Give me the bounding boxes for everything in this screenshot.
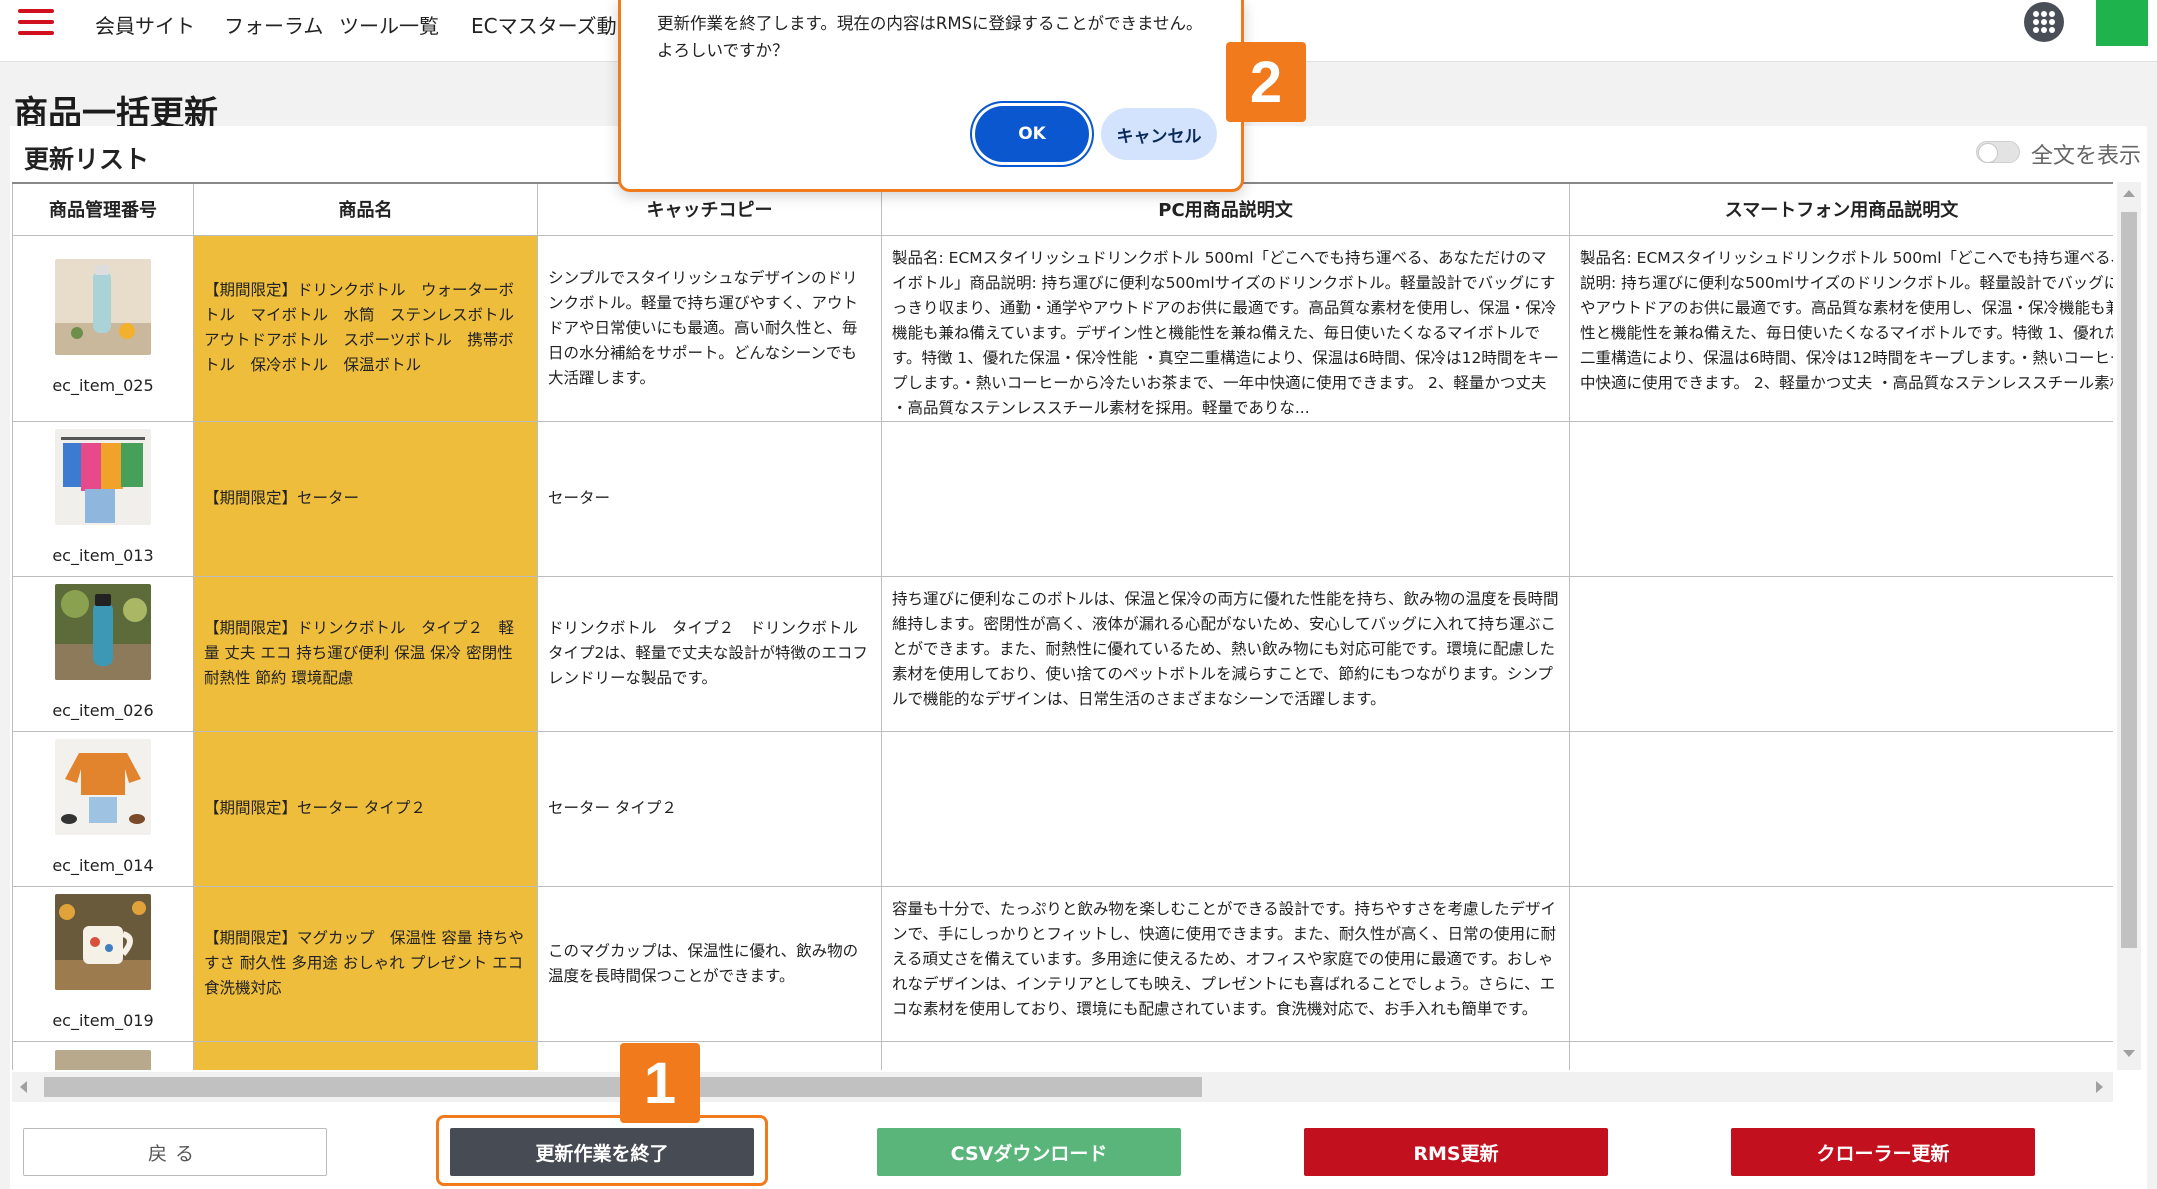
vertical-scrollbar[interactable] [2117,182,2141,1070]
nav-link-member-site[interactable]: 会員サイト [95,10,195,39]
column-header-sp-desc[interactable]: スマートフォン用商品説明文 [1569,182,2113,236]
id-cell: ec_item_019 [12,885,194,1042]
sp-desc-line: 二重構造により、保温は6時間、保冷は12時間をキープします。・熱いコーヒーから冷 [1580,348,2113,367]
list-title: 更新リスト [24,145,150,174]
horizontal-scrollbar[interactable] [12,1072,2113,1102]
hamburger-menu-icon[interactable] [18,7,54,37]
sp-desc-cell[interactable] [1569,420,2113,577]
sp-desc-line: 説明: 持ち運びに便利な500mlサイズのドリンクボトル。軽量設計でバッグにすっ… [1580,273,2113,292]
sp-desc-line: やアウトドアのお供に最適です。高品質な素材を使用し、保温・保冷機能も兼ね備 [1580,298,2113,317]
product-id: ec_item_013 [52,546,154,565]
product-thumbnail [55,429,151,525]
product-name-cell[interactable]: 【期間限定】ドリンクボトル タイプ２ 軽量 丈夫 エコ 持ち運び便利 保温 保冷… [193,575,538,732]
dialog-message: 更新作業を終了します。現在の内容はRMSに登録することができません。 よろしいで… [657,10,1203,64]
id-cell: ec_item_013 [12,420,194,577]
product-id: ec_item_019 [52,1011,154,1030]
nav-link-videos[interactable]: ECマスターズ動画 [471,10,637,39]
scroll-up-icon[interactable] [2123,190,2135,197]
pc-desc-cell[interactable]: 製品名: ECMスタイリッシュドリンクボトル 500ml「どこへでも持ち運べる、… [881,234,1570,422]
crawler-update-button[interactable]: クローラー更新 [1731,1128,2035,1176]
catch-copy-cell[interactable]: このマグカップは、保温性に優れ、飲み物の温度を長時間保つことができます。 [537,885,882,1042]
pc-desc-cell[interactable]: 容量も十分で、たっぷりと飲み物を楽しむことができる設計です。持ちやすさを考慮した… [881,885,1570,1042]
sp-desc-cell[interactable] [1569,885,2113,1042]
confirm-dialog: 更新作業を終了します。現在の内容はRMSに登録することができません。 よろしいで… [618,0,1244,192]
nav-link-forum[interactable]: フォーラム [224,10,323,39]
apps-grid-icon[interactable] [2024,2,2064,42]
table-row[interactable]: ec_item_026 【期間限定】ドリンクボトル タイプ２ 軽量 丈夫 エコ … [12,575,2113,732]
show-full-text-toggle[interactable] [1976,141,2020,163]
product-name-cell[interactable] [193,1040,538,1070]
catch-copy-cell[interactable]: セーター タイプ２ [537,730,882,887]
dialog-message-line-1: 更新作業を終了します。現在の内容はRMSに登録することができません。 [657,14,1203,33]
product-thumbnail [55,1049,151,1070]
sp-desc-cell[interactable] [1569,730,2113,887]
back-button[interactable]: 戻る [23,1128,327,1176]
scroll-down-icon[interactable] [2123,1050,2135,1057]
catch-copy-cell[interactable] [537,1040,882,1070]
vertical-scroll-thumb[interactable] [2121,212,2137,948]
sp-desc-cell[interactable]: 製品名: ECMスタイリッシュドリンクボトル 500ml「どこへでも持ち運べる、… [1569,234,2113,422]
pc-desc-cell[interactable] [881,420,1570,577]
account-button[interactable] [2096,0,2148,46]
column-header-name[interactable]: 商品名 [193,182,538,236]
id-cell: ec_item_025 [12,234,194,422]
sp-desc-cell[interactable] [1569,1040,2113,1070]
product-id: ec_item_025 [52,375,154,395]
id-cell: ec_item_014 [12,730,194,887]
product-thumbnail [55,894,151,990]
highlight-finish-button [436,1115,768,1186]
step-badge-1: 1 [620,1043,700,1123]
show-full-text-label: 全文を表示 [2031,144,2142,169]
table-row[interactable]: ec_item_025 【期間限定】ドリンクボトル ウォーターボトル マイボトル… [12,234,2113,422]
table-row[interactable] [12,1040,2113,1070]
catch-copy-cell[interactable]: シンプルでスタイリッシュなデザインのドリンクボトル。軽量で持ち運びやすく、アウト… [537,234,882,422]
column-header-id[interactable]: 商品管理番号 [12,182,194,236]
step-badge-2: 2 [1226,42,1306,122]
nav-link-tools[interactable]: ツール一覧 [339,10,439,39]
update-table: 商品管理番号 商品名 キャッチコピー PC用商品説明文 スマートフォン用商品説明… [12,182,2113,1070]
product-name-cell[interactable]: 【期間限定】セーター タイプ２ [193,730,538,887]
pc-desc-cell[interactable]: 持ち運びに便利なこのボトルは、保温と保冷の両方に優れた性能を持ち、飲み物の温度を… [881,575,1570,732]
product-thumbnail [55,258,151,355]
sp-desc-line: 中快適に使用できます。 2、軽量かつ丈夫 ・高品質なステンレススチール素材を採 [1580,373,2113,392]
scroll-right-icon[interactable] [2096,1081,2103,1093]
scroll-left-icon[interactable] [20,1081,27,1093]
product-name-cell[interactable]: 【期間限定】セーター [193,420,538,577]
sp-desc-line: 性と機能性を兼ね備えた、毎日使いたくなるマイボトルです。特徴 1、優れた保温 [1580,323,2113,342]
table-row[interactable]: ec_item_013 【期間限定】セーター セーター [12,420,2113,577]
dialog-ok-button[interactable]: OK [975,106,1089,162]
dialog-message-line-2: よろしいですか？ [657,41,789,60]
table-row[interactable]: ec_item_019 【期間限定】マグカップ 保温性 容量 持ちやすさ 耐久性… [12,885,2113,1042]
product-name-cell[interactable]: 【期間限定】ドリンクボトル ウォーターボトル マイボトル 水筒 ステンレスボトル… [193,234,538,422]
catch-copy-cell[interactable]: ドリンクボトル タイプ２ ドリンクボトル タイプ2は、軽量で丈夫な設計が特徴のエ… [537,575,882,732]
catch-copy-cell[interactable]: セーター [537,420,882,577]
sp-desc-cell[interactable] [1569,575,2113,732]
product-thumbnail [55,584,151,680]
id-cell [12,1040,194,1070]
pc-desc-cell[interactable] [881,1040,1570,1070]
product-id: ec_item_014 [52,856,154,875]
product-thumbnail [55,739,151,835]
product-name-cell[interactable]: 【期間限定】マグカップ 保温性 容量 持ちやすさ 耐久性 多用途 おしゃれ プレ… [193,885,538,1042]
dialog-cancel-button[interactable]: キャンセル [1101,108,1217,160]
sp-desc-line: 製品名: ECMスタイリッシュドリンクボトル 500ml「どこへでも持ち運べる、… [1580,248,2113,267]
pc-desc-cell[interactable] [881,730,1570,887]
csv-download-button[interactable]: CSVダウンロード [877,1128,1181,1176]
id-cell: ec_item_026 [12,575,194,732]
rms-update-button[interactable]: RMS更新 [1304,1128,1608,1176]
product-id: ec_item_026 [52,701,154,720]
table-row[interactable]: ec_item_014 【期間限定】セーター タイプ２ セーター タイプ２ [12,730,2113,887]
